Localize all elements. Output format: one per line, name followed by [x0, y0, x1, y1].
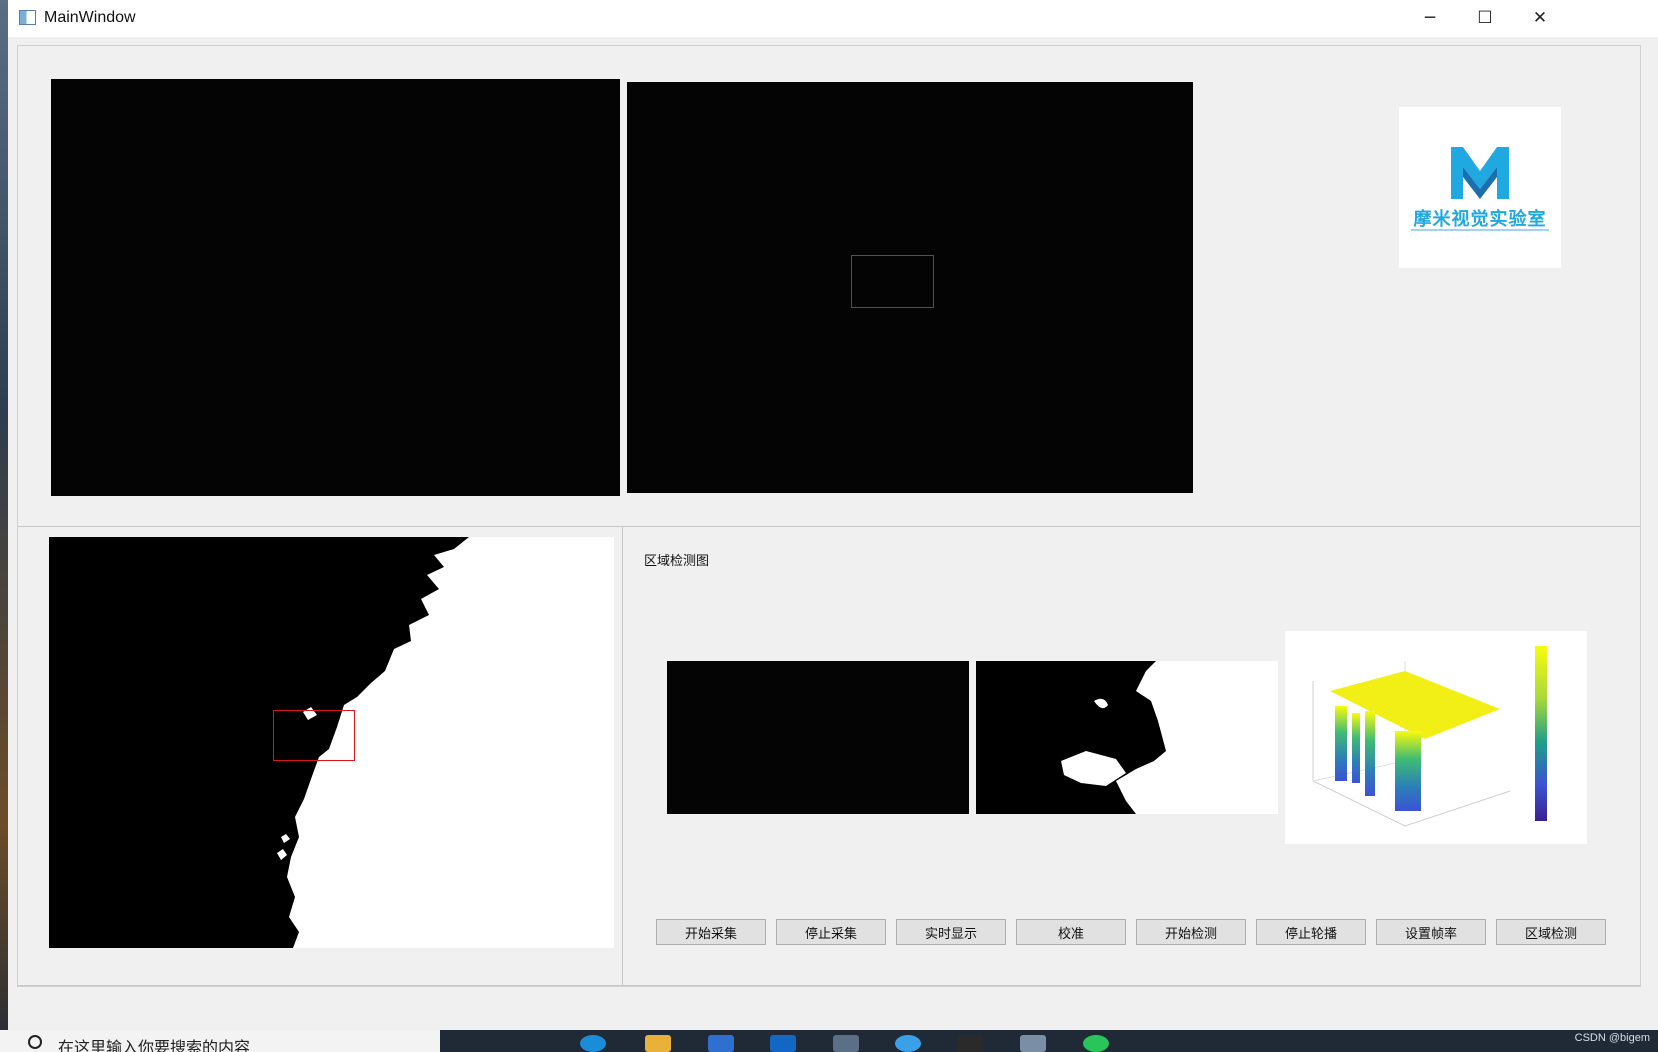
camera-view-right: [627, 82, 1193, 493]
binary-roi-rectangle: [273, 710, 355, 761]
start-capture-button[interactable]: 开始采集: [656, 919, 766, 945]
detection-view-1: [667, 661, 969, 814]
bottom-divider: [18, 985, 1640, 986]
app-window-icon[interactable]: [1020, 1035, 1046, 1052]
roi-rectangle: [851, 255, 934, 308]
stop-capture-button[interactable]: 停止采集: [776, 919, 886, 945]
set-framerate-button[interactable]: 设置帧率: [1376, 919, 1486, 945]
camera-view-left: [51, 79, 620, 496]
region-detection-button[interactable]: 区域检测: [1496, 919, 1606, 945]
terminal-icon[interactable]: [957, 1035, 983, 1052]
edge-icon[interactable]: [580, 1035, 606, 1052]
surface-plot: [1312, 646, 1547, 827]
windows-taskbar: 在这里输入你要搜索的内容 CSDN @bigem: [0, 1030, 1658, 1052]
detection-mask-image: [976, 661, 1166, 814]
live-display-button[interactable]: 实时显示: [896, 919, 1006, 945]
logo-text: 摩米视觉实验室: [1413, 209, 1547, 230]
wechat-icon[interactable]: [1083, 1035, 1109, 1052]
browser-icon[interactable]: [895, 1035, 921, 1052]
detection-group-title: 区域检测图: [644, 554, 710, 569]
app-icon: [19, 10, 36, 25]
vertical-divider: [622, 527, 623, 985]
search-icon: [28, 1035, 42, 1049]
maximize-button[interactable]: ☐: [1460, 4, 1510, 32]
colorbar: [1535, 646, 1547, 821]
calculator-icon[interactable]: [833, 1035, 859, 1052]
mail-icon[interactable]: [770, 1035, 796, 1052]
start-detection-button[interactable]: 开始检测: [1136, 919, 1246, 945]
search-placeholder: 在这里输入你要搜索的内容: [58, 1038, 251, 1052]
title-bar[interactable]: MainWindow ─ ☐ ✕: [8, 0, 1658, 37]
taskbar-search-box[interactable]: 在这里输入你要搜索的内容: [0, 1030, 440, 1052]
close-button[interactable]: ✕: [1515, 4, 1565, 32]
window-title: MainWindow: [44, 9, 136, 26]
folder-icon[interactable]: [645, 1035, 671, 1052]
minimize-button[interactable]: ─: [1405, 4, 1455, 32]
stop-carousel-button[interactable]: 停止轮播: [1256, 919, 1366, 945]
surface-plot-view: [1285, 631, 1587, 844]
binary-image-view: [49, 537, 614, 948]
calibrate-button[interactable]: 校准: [1016, 919, 1126, 945]
watermark-text: CSDN @bigem: [1574, 1032, 1650, 1044]
logo-m-icon: [1451, 147, 1509, 199]
store-icon[interactable]: [708, 1035, 734, 1052]
horizontal-divider: [18, 526, 1640, 527]
logo-subtext-line: [1411, 229, 1549, 231]
logo-panel: 摩米视觉实验室: [1399, 107, 1561, 268]
detection-view-2: [976, 661, 1278, 814]
